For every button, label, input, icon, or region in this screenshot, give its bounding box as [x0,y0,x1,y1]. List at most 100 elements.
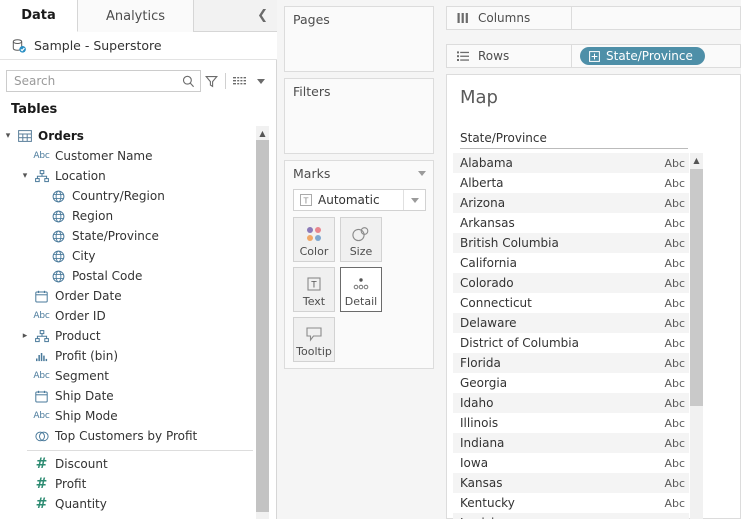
tab-data-label: Data [21,8,56,23]
state-row-type: Abc [664,476,685,490]
state-row[interactable]: District of Columbia Abc [453,333,689,353]
rows-shelf-dropzone[interactable]: State/Province [572,45,740,67]
state-row-name: British Columbia [460,236,559,250]
data-pane-scrollbar[interactable]: ▲ [256,126,269,519]
state-row-type: Abc [664,436,685,450]
state-row-type: Abc [664,216,685,230]
scroll-up-icon[interactable]: ▲ [256,126,269,140]
marks-card-title: Marks [293,166,331,181]
bin-icon [33,351,50,362]
state-row[interactable]: Georgia Abc [453,373,689,393]
columns-shelf-dropzone[interactable] [572,7,740,29]
state-row-type: Abc [664,356,685,370]
worksheet-scrollbar[interactable]: ▲ [690,153,703,519]
search-box[interactable] [6,70,202,92]
detail-dots-icon [350,272,372,296]
state-row[interactable]: Illinois Abc [453,413,689,433]
data-pane-tab-strip: Data Analytics ❮ [0,0,277,32]
filters-card[interactable]: Filters [284,78,434,154]
number-icon: # [35,496,48,512]
marks-size-label: Size [349,245,373,258]
field-tree-item-label: Top Customers by Profit [55,429,198,443]
mark-type-dropdown[interactable]: T Automatic [293,189,426,211]
plus-box-icon[interactable] [589,50,600,62]
field-tree-item-location[interactable]: ▾ Location [0,166,263,186]
rows-icon [456,50,470,62]
pill-state-province[interactable]: State/Province [580,47,705,65]
field-tree-item-customer-name[interactable]: Abc Customer Name [0,146,263,166]
state-row[interactable]: Florida Abc [453,353,689,373]
mark-type-caret-button[interactable] [403,190,425,210]
state-row[interactable]: Delaware Abc [453,313,689,333]
state-row[interactable]: Colorado Abc [453,273,689,293]
columns-shelf[interactable]: Columns [446,6,741,30]
field-tree-item-top-customers-by-profit[interactable]: Top Customers by Profit [0,426,263,446]
marks-text-button[interactable]: T Text [293,267,335,312]
worksheet-scroll-thumb[interactable] [690,169,703,406]
chevron-down-icon[interactable]: ▾ [0,131,16,141]
chevron-right-icon[interactable]: ▸ [17,331,33,341]
field-tree-item-profit-bin[interactable]: Profit (bin) [0,346,263,366]
field-tree-item-label: Discount [55,457,108,471]
tab-data[interactable]: Data [0,0,78,32]
marks-color-label: Color [299,245,329,258]
marks-color-button[interactable]: Color [293,217,335,262]
funnel-icon [205,75,219,87]
scroll-up-icon[interactable]: ▲ [690,153,703,167]
state-row[interactable]: Idaho Abc [453,393,689,413]
field-tree-item-label: Ship Mode [55,409,118,423]
state-row[interactable]: Arkansas Abc [453,213,689,233]
state-row-name: Georgia [460,376,508,390]
field-tree-item-order-date[interactable]: Order Date [0,286,263,306]
data-pane-scroll-thumb[interactable] [256,140,269,512]
rows-shelf[interactable]: Rows State/Province [446,44,741,68]
worksheet-title: Map [460,87,498,108]
rows-shelf-text: Rows [478,49,510,63]
field-tree-item-city[interactable]: City [0,246,263,266]
chevron-left-icon[interactable]: ❮ [257,9,268,22]
grid-view-button[interactable] [229,70,250,92]
state-row[interactable]: Indiana Abc [453,433,689,453]
state-row[interactable]: Connecticut Abc [453,293,689,313]
marks-tooltip-button[interactable]: Tooltip [293,317,335,362]
field-tree-item-product[interactable]: ▸ Product [0,326,263,346]
state-row-type: Abc [664,296,685,310]
field-tree-item-orders[interactable]: ▾ Orders [0,126,263,146]
field-tree-item-order-id[interactable]: Abc Order ID [0,306,263,326]
pages-card[interactable]: Pages [284,6,434,72]
field-tree-item-quantity[interactable]: # Quantity [0,494,263,514]
tab-analytics[interactable]: Analytics [78,0,194,32]
search-input[interactable] [14,74,182,88]
state-row[interactable]: Iowa Abc [453,453,689,473]
marks-size-button[interactable]: Size [340,217,382,262]
state-row[interactable]: Arizona Abc [453,193,689,213]
state-row-name: District of Columbia [460,336,579,350]
field-tree-item-profit[interactable]: # Profit [0,474,263,494]
field-tree-item-label: Product [55,329,101,343]
field-tree-item-state-province[interactable]: State/Province [0,226,263,246]
field-tree-item-country-region[interactable]: Country/Region [0,186,263,206]
field-tree-item-ship-mode[interactable]: Abc Ship Mode [0,406,263,426]
abc-icon: Abc [33,371,50,381]
state-row[interactable]: Kentucky Abc [453,493,689,513]
state-row[interactable]: British Columbia Abc [453,233,689,253]
field-tree-item-region[interactable]: Region [0,206,263,226]
size-circles-icon [349,222,373,246]
state-row[interactable]: Alabama Abc [453,153,689,173]
field-tree-item-label: Order Date [55,289,122,303]
field-tree-item-segment[interactable]: Abc Segment [0,366,263,386]
state-row[interactable]: LouisianaAbc [453,513,689,519]
datasource-row[interactable]: Sample - Superstore [0,32,277,60]
caret-down-icon[interactable] [418,171,426,176]
field-tree-item-discount[interactable]: # Discount [0,454,263,474]
chevron-down-icon[interactable]: ▾ [17,171,33,181]
state-row[interactable]: California Abc [453,253,689,273]
marks-detail-button[interactable]: Detail [340,267,382,312]
field-tree-item-postal-code[interactable]: Postal Code [0,266,263,286]
view-options-caret-button[interactable] [250,70,271,92]
filter-funnel-button[interactable] [201,70,222,92]
field-tree-item-ship-date[interactable]: Ship Date [0,386,263,406]
state-row[interactable]: Kansas Abc [453,473,689,493]
state-row[interactable]: Alberta Abc [453,173,689,193]
field-tree-item-label: Order ID [55,309,106,323]
